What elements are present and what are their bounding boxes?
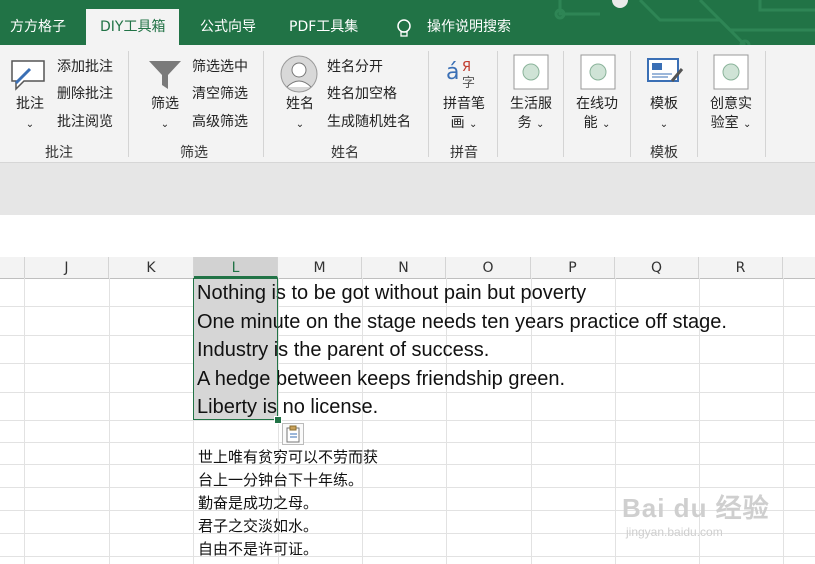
grid-line (0, 420, 815, 421)
pinyin-icon: áЯ字 (446, 55, 482, 95)
group-separator (563, 51, 564, 157)
grid-line (0, 556, 815, 557)
column-header-r[interactable]: R (699, 257, 783, 278)
column-header-o[interactable]: O (446, 257, 531, 278)
baidu-watermark: Bai du 经验 jingyan.baidu.com (622, 488, 770, 539)
group-label-name: 姓名 (331, 145, 359, 161)
column-header-partial (783, 257, 815, 278)
group-label-filter: 筛选 (180, 145, 208, 161)
name-add-space-button[interactable]: 姓名加空格 (327, 83, 397, 103)
column-header-p[interactable]: P (531, 257, 615, 278)
template-icon (646, 55, 684, 95)
column-header-row: J K L M N O P Q R (0, 257, 815, 279)
group-label-pinyin: 拼音 (450, 145, 478, 161)
random-name-button[interactable]: 生成随机姓名 (327, 111, 411, 131)
grid-line (0, 442, 815, 443)
filter-button-label: 筛选 (151, 96, 179, 112)
lightbulb-icon (396, 19, 412, 43)
tell-me-search[interactable]: 操作说明搜索 (423, 9, 515, 45)
online-feature-button[interactable]: 在线功能 ⌄ (573, 95, 621, 134)
creative-lab-label-2: 验室 (710, 115, 739, 131)
template-button[interactable]: 模板 ⌄ (646, 95, 682, 134)
ribbon-tab-bar: 方方格子 DIY工具箱 公式向导 PDF工具集 操作说明搜索 (0, 0, 815, 45)
cell-text-chinese[interactable]: 自由不是许可证。 (198, 538, 318, 559)
comment-button-label: 批注 (16, 96, 44, 112)
grid-line (0, 392, 815, 393)
column-header-m[interactable]: M (278, 257, 362, 278)
group-label-template: 模板 (650, 145, 678, 161)
online-feature-icon (580, 54, 616, 94)
group-label-comment: 批注 (45, 145, 73, 161)
cell-text-chinese[interactable]: 勤奋是成功之母。 (198, 492, 318, 513)
template-button-label: 模板 (650, 96, 678, 112)
grid-line (0, 464, 815, 465)
creative-lab-icon (713, 54, 749, 94)
svg-text:字: 字 (462, 76, 475, 91)
life-service-label-2: 务 (517, 115, 532, 131)
name-button[interactable]: 姓名 ⌄ (282, 95, 318, 134)
view-comments-button[interactable]: 批注阅览 (57, 111, 113, 131)
grid-line (0, 335, 815, 336)
filter-selected-button[interactable]: 筛选选中 (192, 56, 248, 76)
pinyin-stroke-label-1: 拼音笔 (443, 96, 485, 112)
clear-filter-button[interactable]: 清空筛选 (192, 83, 248, 103)
tab-diy-toolbox[interactable]: DIY工具箱 (86, 9, 180, 45)
svg-text:á: á (446, 60, 459, 85)
split-name-button[interactable]: 姓名分开 (327, 56, 383, 76)
name-button-label: 姓名 (286, 96, 314, 112)
column-header-j[interactable]: J (25, 257, 109, 278)
fill-handle[interactable] (274, 416, 282, 424)
group-separator (697, 51, 698, 157)
formula-bar[interactable] (0, 215, 815, 258)
filter-button[interactable]: 筛选 ⌄ (146, 95, 184, 134)
tab-pdf-tools[interactable]: PDF工具集 (285, 9, 362, 45)
watermark-main: Bai du 经验 (622, 493, 770, 523)
tab-formula-wizard[interactable]: 公式向导 (196, 9, 260, 45)
ribbon-panel: 批注 ⌄ 添加批注 删除批注 批注阅览 批注 筛选 ⌄ 筛选选中 清空筛选 高级筛选… (0, 45, 815, 163)
cell-text-chinese[interactable]: 君子之交淡如水。 (198, 515, 318, 536)
life-service-icon (513, 54, 549, 94)
online-feature-label-2: 能 (583, 115, 598, 131)
filter-funnel-icon (147, 57, 183, 97)
group-separator (765, 51, 766, 157)
watermark-sub: jingyan.baidu.com (626, 525, 723, 539)
grid-line (783, 278, 784, 564)
cell-text-chinese[interactable]: 台上一分钟台下十年练。 (198, 469, 363, 490)
group-separator (128, 51, 129, 157)
clipboard-icon (286, 425, 300, 443)
comment-icon (8, 57, 48, 95)
column-header-n[interactable]: N (362, 257, 446, 278)
column-header-q[interactable]: Q (615, 257, 699, 278)
cell-text-chinese[interactable]: 世上唯有贫穷可以不劳而获 (198, 446, 378, 467)
group-separator (428, 51, 429, 157)
online-feature-label-1: 在线功 (576, 96, 618, 112)
column-header-l[interactable]: L (194, 257, 278, 278)
group-separator (630, 51, 631, 157)
comment-button[interactable]: 批注 ⌄ (12, 95, 48, 134)
add-comment-button[interactable]: 添加批注 (57, 56, 113, 76)
toolbar-band (0, 163, 815, 215)
grid-line (109, 278, 110, 564)
pinyin-stroke-label-2: 画 (450, 115, 465, 131)
paste-options-button[interactable] (282, 423, 304, 445)
svg-text:Я: Я (462, 60, 471, 75)
column-header-partial (0, 257, 25, 278)
tab-fangfanggezi[interactable]: 方方格子 (6, 9, 70, 45)
grid-line (0, 306, 815, 307)
creative-lab-label-1: 创意实 (710, 96, 752, 112)
person-icon (280, 55, 318, 97)
group-separator (497, 51, 498, 157)
creative-lab-button[interactable]: 创意实 验室 ⌄ (706, 95, 756, 134)
advanced-filter-button[interactable]: 高级筛选 (192, 111, 248, 131)
pinyin-stroke-button[interactable]: 拼音笔画 ⌄ (440, 95, 488, 134)
life-service-label-1: 生活服 (510, 96, 552, 112)
delete-comment-button[interactable]: 删除批注 (57, 83, 113, 103)
grid-line (24, 278, 25, 564)
life-service-button[interactable]: 生活服务 ⌄ (507, 95, 555, 134)
column-header-k[interactable]: K (109, 257, 194, 278)
selection-border (193, 278, 278, 420)
group-separator (263, 51, 264, 157)
grid-line (0, 363, 815, 364)
